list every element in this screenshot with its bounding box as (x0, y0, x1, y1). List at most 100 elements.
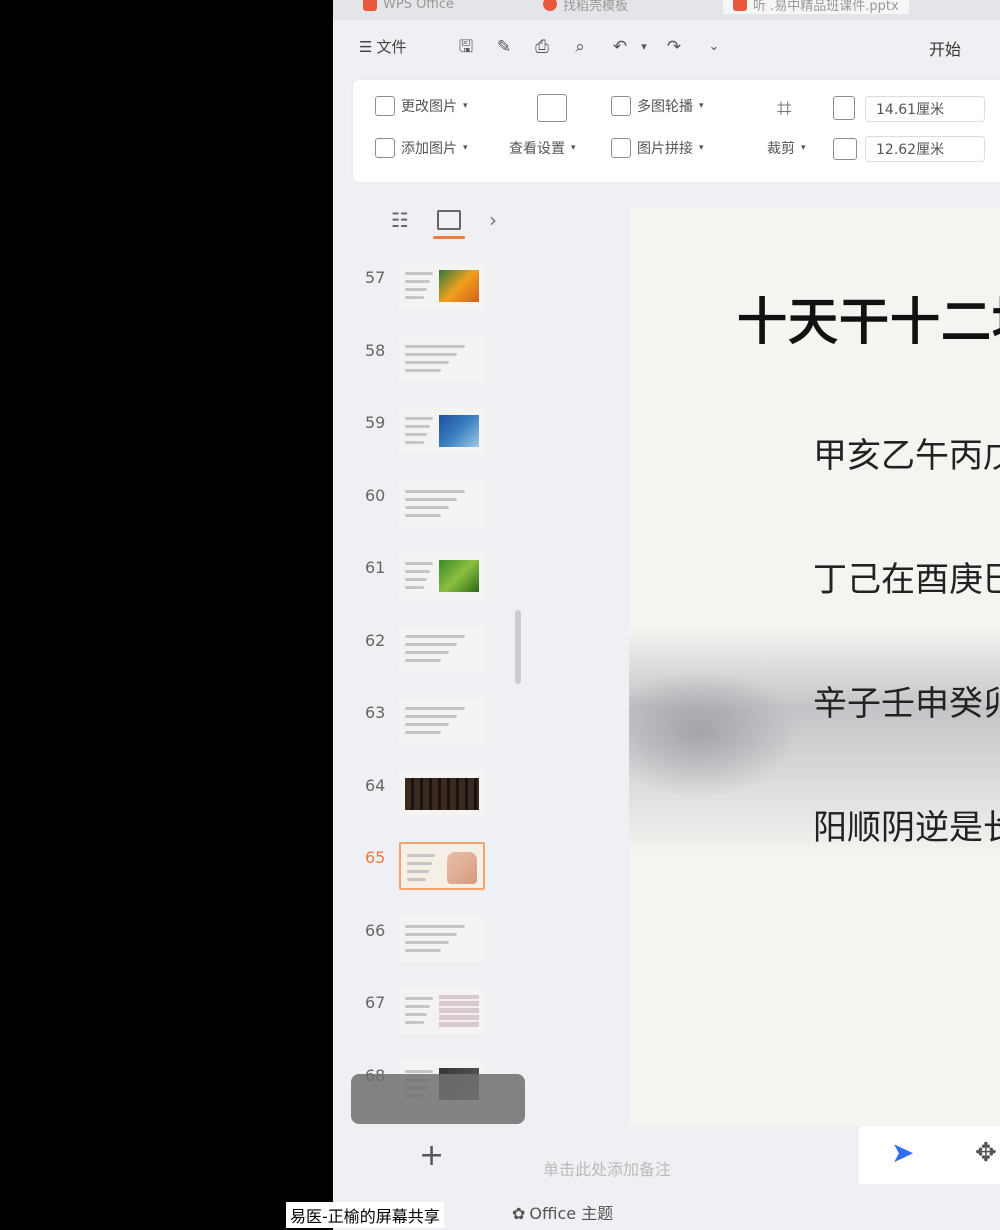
slide-thumbnail[interactable] (399, 842, 485, 890)
add-picture-icon (375, 138, 395, 158)
slide-thumbnail-row[interactable]: 59 (333, 407, 533, 475)
panel-scrollbar[interactable] (515, 610, 521, 684)
thumbnail-picture (439, 270, 479, 302)
slide-thumbnail[interactable] (399, 624, 485, 673)
crop-icon[interactable]: ⌗ (777, 94, 792, 125)
thumbnail-text-line (405, 658, 441, 662)
select-arrow-icon[interactable]: ➤ (891, 1136, 914, 1169)
width-input[interactable]: 14.61厘米 (865, 96, 985, 122)
redo-icon[interactable]: ↷ (663, 36, 685, 58)
slide-number: 60 (365, 485, 386, 505)
slide-thumbnail-row[interactable]: 58 (333, 334, 533, 403)
slide-number: 61 (365, 558, 386, 577)
save-icon[interactable]: 🖫 (455, 36, 477, 58)
file-menu[interactable]: ☰ 文件 (359, 36, 406, 57)
thumbnail-text-line (405, 997, 433, 1000)
dropdown-arrow-icon: ▾ (699, 143, 704, 153)
slide-thumbnail-row[interactable]: 66 (333, 914, 533, 983)
slide-thumbnail[interactable] (399, 987, 485, 1035)
add-picture-button[interactable]: 添加图片 ▾ (375, 138, 468, 158)
thumbnail-text-line (405, 344, 465, 348)
slide-thumbnail-row[interactable]: 60 (333, 479, 533, 548)
slide-text-line[interactable]: 甲亥乙午丙戊 (813, 428, 1000, 477)
slide-thumbnail-row[interactable]: 62 (333, 624, 533, 693)
crop-button[interactable]: 裁剪 ▾ (767, 138, 806, 158)
change-picture-button[interactable]: 更改图片 ▾ (375, 96, 468, 116)
print-icon[interactable]: ⎙ (531, 36, 553, 58)
thumbnail-picture (439, 995, 479, 1027)
slide-text-line[interactable]: 丁己在酉庚巳 (813, 552, 1000, 601)
floating-toolbar: ➤ ✥ (859, 1126, 1000, 1184)
office-theme-label[interactable]: ✿ Office 主题 (512, 1200, 613, 1224)
dropdown-arrow-icon: ▾ (463, 101, 468, 111)
print-preview-icon[interactable]: ⌕ (569, 36, 591, 58)
multi-carousel-button[interactable]: 多图轮播 ▾ (611, 96, 704, 116)
thumbnail-text-line (405, 425, 430, 428)
move-icon[interactable]: ✥ (975, 1138, 997, 1168)
outline-view-icon[interactable]: ☷ (391, 208, 409, 232)
chevron-down-icon[interactable]: ⌄ (703, 36, 725, 58)
wps-logo-icon (363, 0, 377, 11)
thumbnail-text-line (405, 948, 441, 952)
format-painter-icon[interactable]: ✎ (493, 36, 515, 58)
slide-title[interactable]: 十天干十二地 (737, 282, 1000, 354)
slide-number: 64 (365, 775, 386, 795)
tab-wps-office[interactable]: WPS Office (363, 0, 454, 14)
slide-thumbnail-row[interactable]: 64 (333, 769, 533, 838)
thumbnail-text-line (405, 578, 427, 581)
slide-thumbnail-row[interactable]: 61 (333, 552, 533, 620)
thumbnail-text-line (405, 489, 465, 493)
thumbnail-text-line (405, 288, 427, 291)
slide-thumbnail[interactable] (399, 914, 485, 963)
thumbnail-text-line (405, 1069, 433, 1073)
slide-text-line[interactable]: 辛子壬申癸卯 (813, 676, 1000, 725)
undo-icon[interactable]: ↶ (609, 36, 631, 58)
thumbnail-text-line (405, 272, 433, 275)
active-tab-underline (433, 236, 465, 239)
view-settings-button[interactable]: 查看设置 ▾ (509, 138, 576, 158)
tab-pptx-document[interactable]: 听 .易中精品班课件.pptx (723, 0, 909, 14)
thumbnail-text-line (405, 562, 433, 565)
dropdown-arrow-icon: ▾ (699, 101, 704, 111)
slide-thumbnail[interactable] (399, 334, 485, 383)
tab-template[interactable]: 找稻壳模板 (543, 0, 628, 14)
stitch-icon (611, 138, 631, 158)
chevron-right-icon[interactable]: › (489, 208, 497, 232)
slide-thumbnail[interactable] (399, 479, 485, 528)
thumbnail-text-line (405, 1021, 424, 1024)
slide-thumbnail[interactable] (399, 407, 485, 455)
thumbnail-text-line (405, 1013, 427, 1016)
slide-thumbnail-row[interactable]: 67 (333, 987, 533, 1055)
slide-number: 59 (365, 413, 386, 432)
slide-view-icon[interactable] (437, 210, 461, 230)
change-picture-icon (375, 96, 395, 116)
slide-thumbnail[interactable] (399, 769, 485, 818)
slide-number: 67 (365, 993, 386, 1012)
thumbnail-text-line (407, 878, 426, 881)
add-slide-button[interactable]: + (419, 1138, 444, 1173)
thumbnail-text-line (405, 570, 430, 573)
slide-canvas[interactable]: 十天干十二地 甲亥乙午丙戊 丁己在酉庚巳 辛子壬申癸卯 阳顺阴逆是长 (629, 208, 1000, 1126)
picture-stitch-button[interactable]: 图片拼接 ▾ (611, 138, 704, 158)
picture-style-button[interactable] (537, 94, 567, 122)
slide-thumbnail-row[interactable]: 63 (333, 697, 533, 765)
slide-thumbnail[interactable] (399, 552, 485, 600)
slide-number: 66 (365, 920, 386, 940)
slide-text-line[interactable]: 阳顺阴逆是长 (813, 800, 1000, 849)
undo-dropdown-icon[interactable]: ▾ (633, 36, 655, 58)
slide-thumbnail[interactable] (399, 697, 485, 745)
slide-thumbnail-row[interactable]: 65 (333, 842, 533, 910)
tab-start[interactable]: 开始 (929, 36, 961, 60)
ppt-file-icon (733, 0, 747, 11)
width-icon (833, 96, 855, 120)
slide-number: 63 (365, 703, 386, 722)
slide-thumbnail[interactable] (399, 262, 485, 310)
dropdown-arrow-icon: ▾ (571, 143, 576, 153)
height-input[interactable]: 12.62厘米 (865, 136, 985, 162)
thumbnail-text-line (405, 505, 449, 509)
slide-number: 57 (365, 268, 386, 287)
notes-placeholder[interactable]: 单击此处添加备注 (543, 1156, 671, 1180)
slide-thumbnail-row[interactable]: 57 (333, 262, 533, 330)
slide-thumbnail-panel: ☷ › 575859606162636465666768 + (333, 190, 533, 1190)
picture-tools-ribbon: 更改图片 ▾ 添加图片 ▾ 查看设置 ▾ 多图轮播 ▾ 图片拼接 ▾ ⌗ 裁剪 ▾ (353, 80, 1000, 182)
